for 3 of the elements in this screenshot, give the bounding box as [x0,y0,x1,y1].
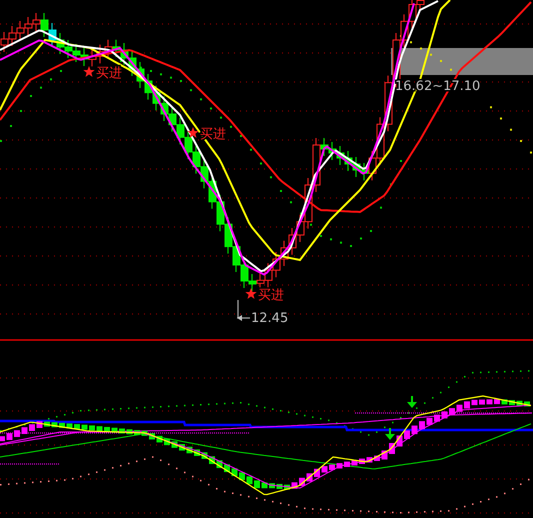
low-price-label: 12.45 [251,311,288,326]
signal-label: 买进 [258,288,284,303]
signal-label: 买进 [96,66,122,81]
